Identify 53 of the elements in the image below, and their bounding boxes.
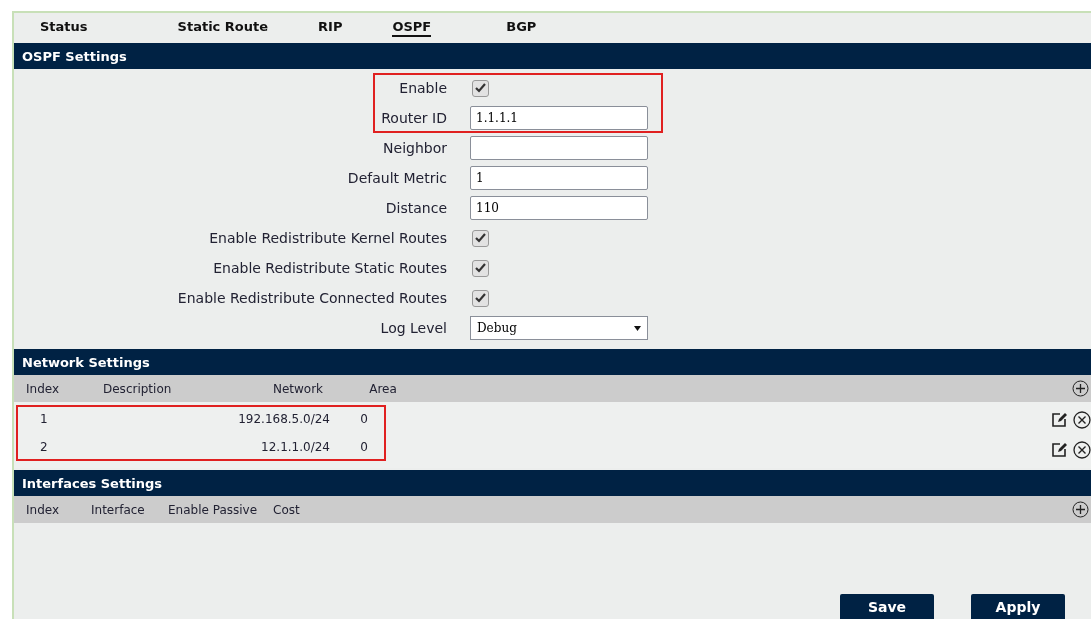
save-button[interactable]: Save — [840, 594, 934, 619]
field-label: Log Level — [379, 320, 447, 336]
table-cell-text: 2 — [39, 440, 49, 454]
check-icon — [475, 233, 486, 243]
field-label: Enable Redistribute Connected Routes — [176, 290, 447, 306]
field-label: Neighbor — [382, 140, 447, 156]
column-header: Area — [368, 381, 398, 396]
add-icon[interactable] — [1072, 380, 1089, 397]
check-icon — [475, 293, 486, 303]
delete-icon[interactable] — [1073, 411, 1091, 429]
table-cell-text: 192.168.5.0/24 — [237, 412, 330, 426]
section-header: OSPF Settings — [14, 43, 1091, 69]
field-label: Enable Redistribute Static Routes — [212, 260, 447, 276]
tab[interactable]: Static Route — [177, 19, 269, 37]
check-icon — [475, 83, 486, 93]
table-cell-text: 0 — [359, 412, 368, 426]
column-header: Enable Passive — [168, 502, 259, 517]
column-header: Index — [25, 381, 61, 396]
check-icon — [475, 263, 486, 273]
table-cell-text: 0 — [359, 440, 368, 454]
tab[interactable]: Status — [40, 19, 88, 37]
field-label: Distance — [384, 200, 447, 216]
section-header: Interfaces Settings — [14, 470, 1091, 496]
edit-icon[interactable] — [1051, 412, 1067, 428]
checkbox[interactable] — [472, 79, 489, 97]
text-field[interactable] — [470, 136, 648, 160]
tab[interactable]: OSPF — [392, 19, 432, 37]
text-field[interactable]: 110 — [470, 196, 648, 220]
section-header: Network Settings — [14, 349, 1091, 375]
text-field[interactable]: 1.1.1.1 — [470, 106, 648, 130]
column-header: Index — [25, 502, 61, 517]
delete-icon[interactable] — [1073, 441, 1091, 459]
field-label: Enable — [398, 80, 447, 96]
field-label: Default Metric — [346, 170, 447, 186]
table-cell-text: 1 — [39, 412, 49, 426]
edit-icon[interactable] — [1051, 442, 1067, 458]
column-header: Cost — [273, 502, 301, 517]
field-label: Router ID — [380, 110, 447, 126]
dropdown[interactable]: Debug — [470, 316, 648, 340]
text-field[interactable]: 1 — [470, 166, 648, 190]
column-header: Network — [271, 381, 325, 396]
checkbox[interactable] — [472, 289, 489, 307]
table-cell-text: 12.1.1.0/24 — [260, 440, 330, 454]
checkbox[interactable] — [472, 229, 489, 247]
tab[interactable]: BGP — [506, 19, 537, 37]
checkbox[interactable] — [472, 259, 489, 277]
tab[interactable]: RIP — [318, 19, 343, 37]
column-header: Interface — [91, 502, 146, 517]
caret-icon — [634, 325, 641, 331]
apply-button[interactable]: Apply — [971, 594, 1065, 619]
field-label: Enable Redistribute Kernel Routes — [208, 230, 447, 246]
column-header: Description — [103, 381, 173, 396]
add-icon[interactable] — [1072, 501, 1089, 518]
